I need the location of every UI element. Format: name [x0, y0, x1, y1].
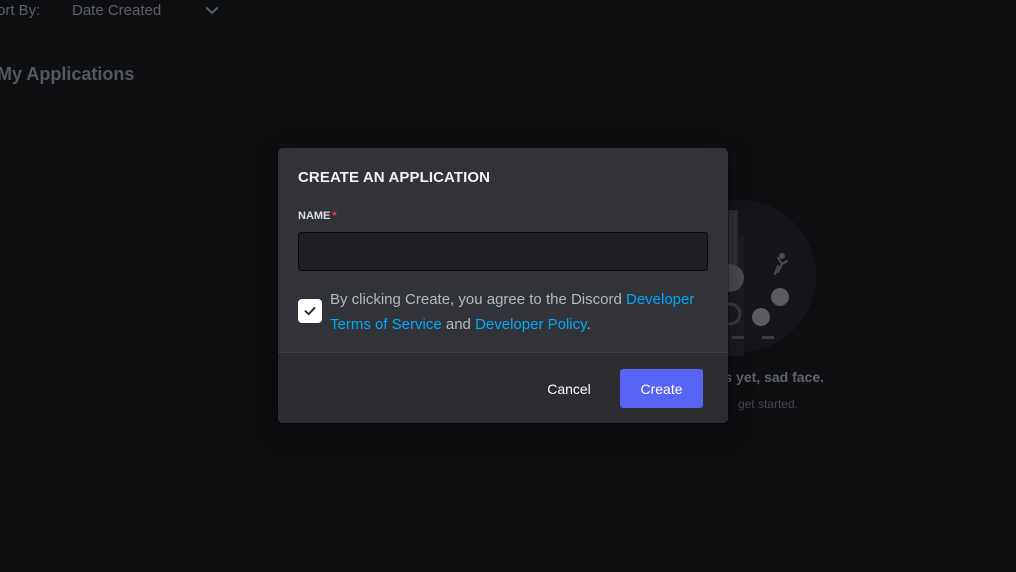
cancel-button[interactable]: Cancel: [533, 369, 605, 409]
sort-select[interactable]: Date Created: [58, 0, 224, 22]
application-name-input[interactable]: [298, 232, 708, 271]
create-application-modal: CREATE AN APPLICATION NAME * By clicking …: [278, 148, 728, 423]
agree-middle: and: [441, 316, 476, 333]
modal-footer: Cancel Create: [278, 353, 728, 423]
create-button[interactable]: Create: [620, 369, 703, 408]
name-label-text: NAME: [298, 210, 331, 222]
agree-prefix: By clicking Create, you agree to the Dis…: [330, 291, 626, 308]
sort-select-value: Date Created: [72, 2, 162, 19]
terms-agreement-text: By clicking Create, you agree to the Dis…: [330, 287, 710, 337]
chevron-down-icon: [206, 7, 218, 14]
sort-by-label: ort By:: [0, 2, 41, 19]
developer-policy-link[interactable]: Developer Policy: [475, 316, 586, 333]
name-field-label: NAME *: [298, 210, 337, 222]
modal-title: CREATE AN APPLICATION: [298, 169, 491, 186]
modal-body: CREATE AN APPLICATION NAME * By clicking …: [278, 148, 728, 353]
checkmark-icon: [304, 307, 316, 316]
agree-suffix: .: [586, 316, 591, 333]
required-asterisk: *: [332, 210, 337, 222]
terms-checkbox[interactable]: [298, 299, 322, 323]
section-title: My Applications: [0, 64, 135, 84]
